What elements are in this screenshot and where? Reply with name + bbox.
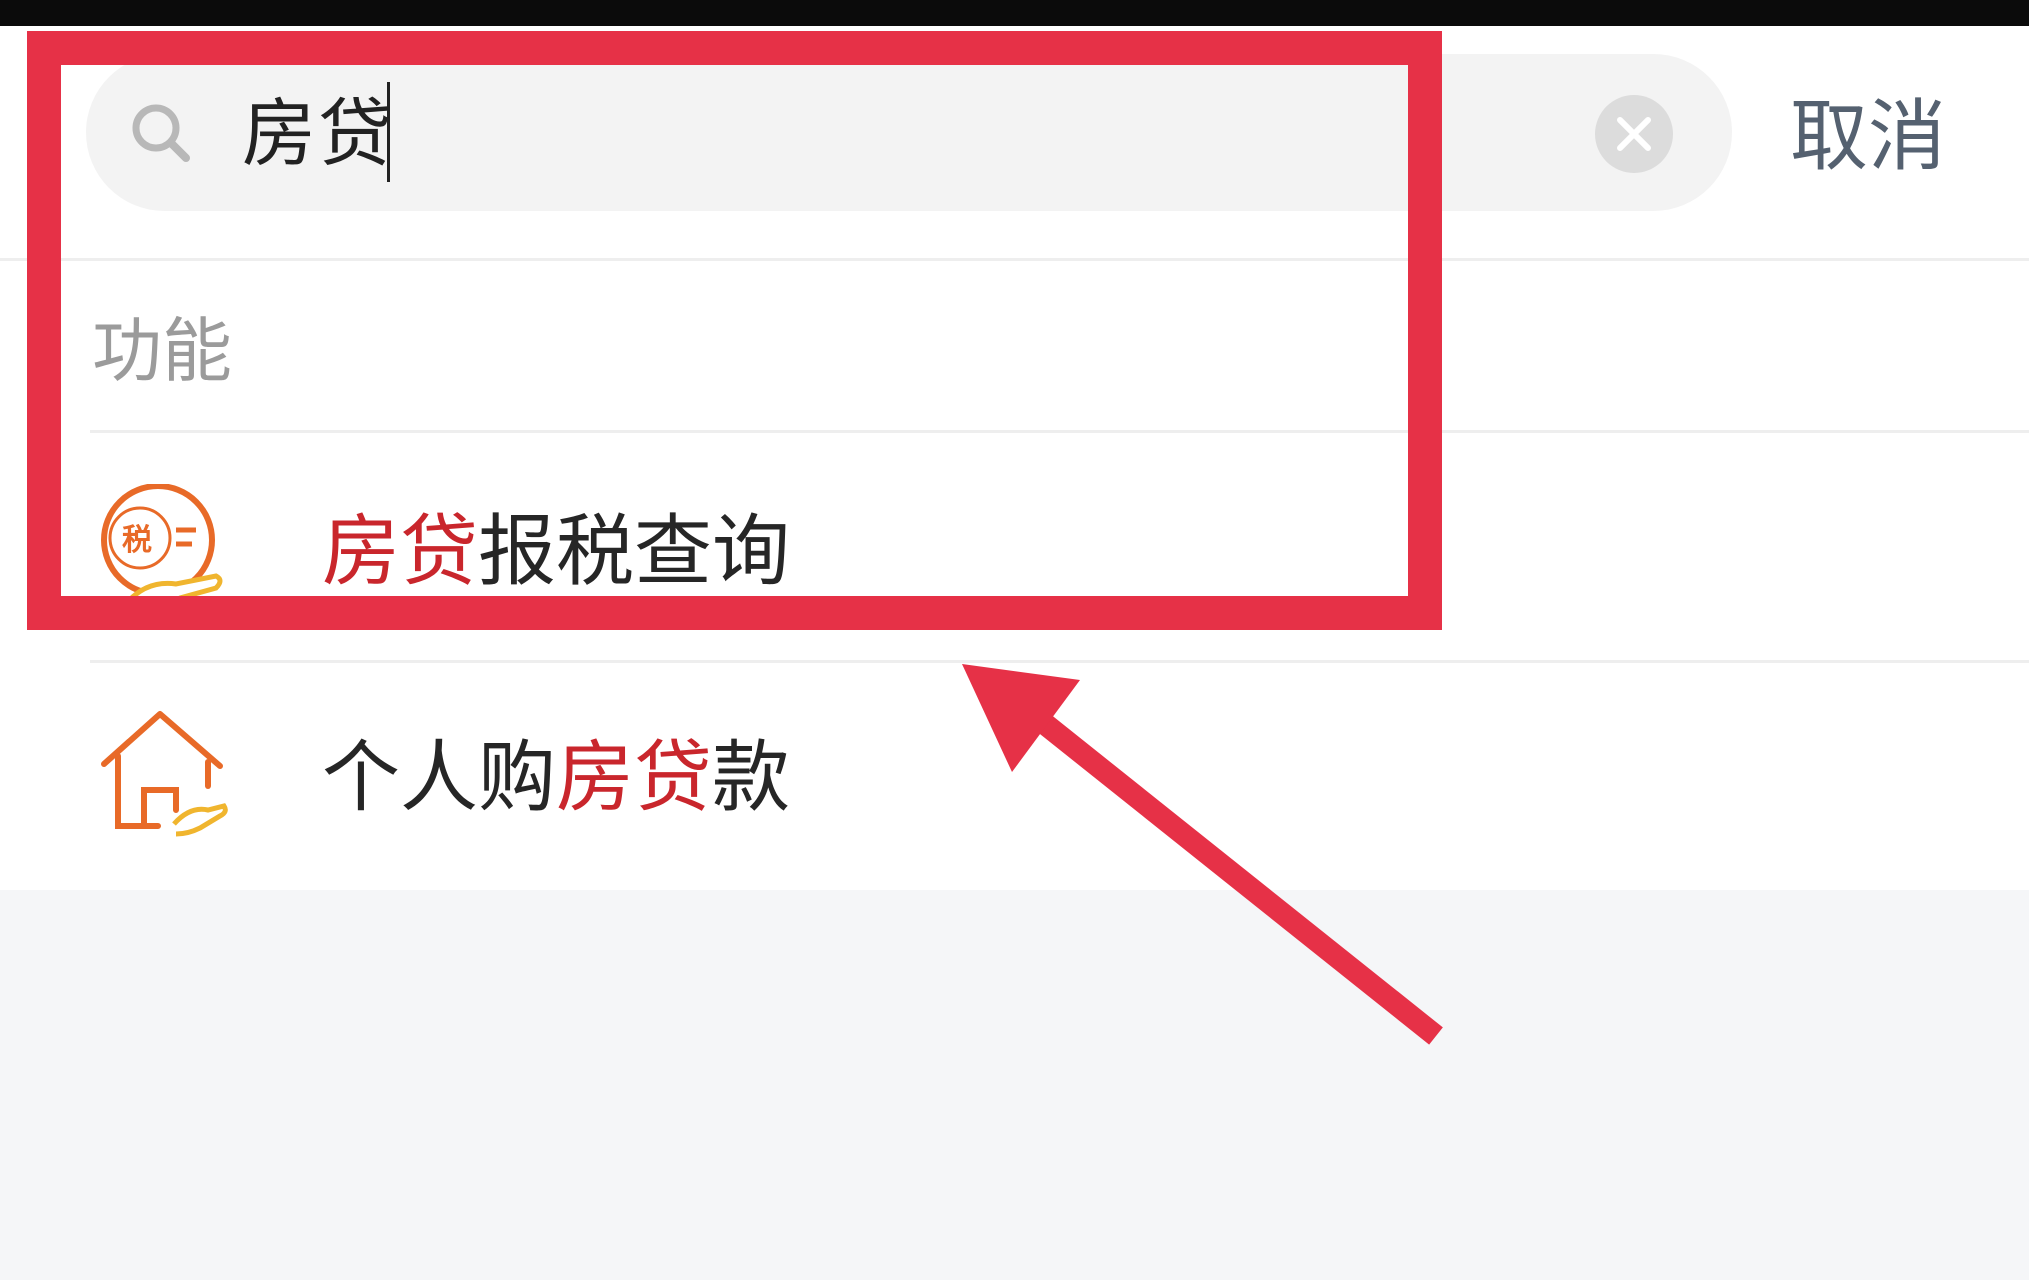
- keyword-highlight: 房贷: [556, 733, 713, 823]
- result-label: 房贷报税查询: [322, 492, 790, 612]
- divider: [90, 660, 2029, 663]
- search-input-value[interactable]: 房贷: [242, 84, 394, 184]
- result-label: 个人购房贷款: [322, 718, 790, 838]
- clear-icon[interactable]: [1594, 94, 1674, 174]
- result-item-mortgage-tax-query[interactable]: 税 房贷报税查询: [0, 440, 2029, 660]
- cancel-button[interactable]: 取消: [1790, 82, 1946, 192]
- text-caret: [387, 82, 390, 182]
- status-bar: [0, 0, 2029, 26]
- result-label-prefix: 个人购: [322, 733, 557, 823]
- result-label-rest: 报税查询: [478, 507, 791, 597]
- tax-hand-icon: 税: [101, 484, 223, 615]
- svg-text:税: 税: [122, 523, 152, 558]
- house-hand-icon: [101, 711, 228, 837]
- keyword-highlight: 房贷: [322, 507, 479, 597]
- result-label-suffix: 款: [712, 733, 791, 823]
- search-page: 房贷 取消 功能 税 房贷报税查询 个人购房贷款: [0, 0, 2029, 1280]
- divider: [90, 430, 2029, 433]
- result-item-personal-mortgage[interactable]: 个人购房贷款: [0, 664, 2029, 884]
- section-title: 功能: [92, 310, 232, 392]
- search-icon: [132, 104, 190, 162]
